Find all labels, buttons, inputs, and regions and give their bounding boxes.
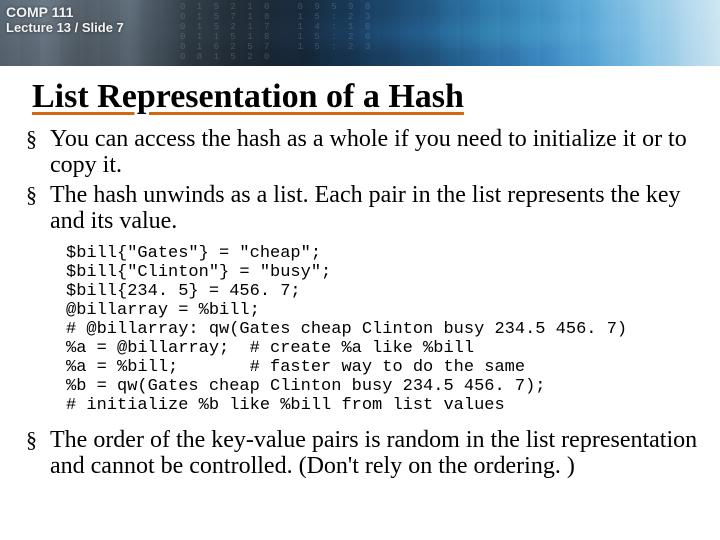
code-line: $bill{"Gates"} = "cheap";: [66, 244, 321, 263]
bullet-item: You can access the hash as a whole if yo…: [44, 126, 702, 178]
course-code: COMP 111: [6, 4, 73, 20]
code-line: @billarray = %bill;: [66, 301, 260, 320]
code-line: # initialize %b like %bill from list val…: [66, 396, 505, 415]
lecture-slide-number: Lecture 13 / Slide 7: [6, 20, 124, 36]
slide-title: List Representation of a Hash: [32, 78, 720, 116]
bullet-list: The order of the key-value pairs is rand…: [22, 427, 702, 479]
code-line: # @billarray: qw(Gates cheap Clinton bus…: [66, 320, 627, 339]
code-line: %b = qw(Gates cheap Clinton busy 234.5 4…: [66, 377, 545, 396]
code-line: %a = %bill; # faster way to do the same: [66, 358, 525, 377]
code-line: %a = @billarray; # create %a like %bill: [66, 339, 474, 358]
code-line: $bill{234. 5} = 456. 7;: [66, 282, 301, 301]
code-line: $bill{"Clinton"} = "busy";: [66, 263, 331, 282]
slide: 0 1 5 2 1 0 0 9 5 9 8 0 1 5 7 1 8 1 5 : …: [0, 0, 720, 540]
bullet-list: You can access the hash as a whole if yo…: [22, 126, 702, 234]
banner-decoration: 0 1 5 2 1 0 0 9 5 9 8 0 1 5 7 1 8 1 5 : …: [180, 2, 420, 62]
header-banner: 0 1 5 2 1 0 0 9 5 9 8 0 1 5 7 1 8 1 5 : …: [0, 0, 720, 66]
bullet-item: The hash unwinds as a list. Each pair in…: [44, 182, 702, 234]
bullet-item: The order of the key-value pairs is rand…: [44, 427, 702, 479]
course-header: COMP 111 Lecture 13 / Slide 7: [6, 4, 124, 36]
code-block: $bill{"Gates"} = "cheap"; $bill{"Clinton…: [66, 244, 720, 415]
